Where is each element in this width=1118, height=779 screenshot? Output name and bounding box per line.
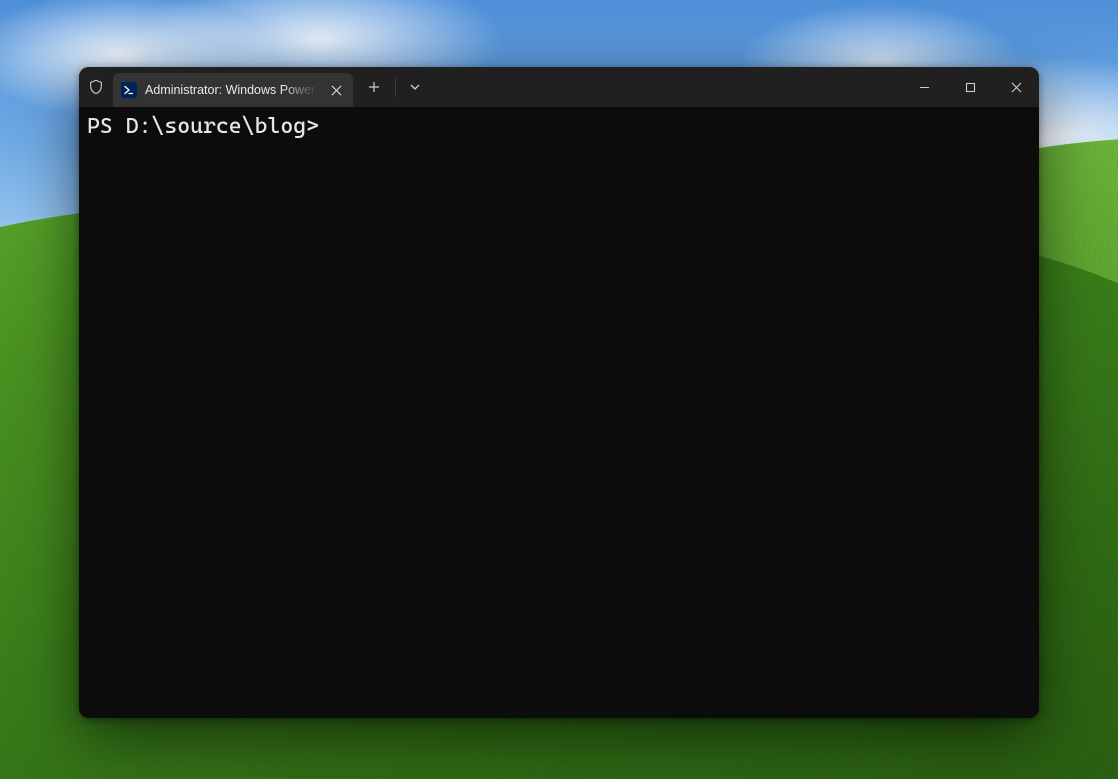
maximize-icon bbox=[965, 82, 976, 93]
maximize-button[interactable] bbox=[947, 67, 993, 107]
window-titlebar[interactable]: Administrator: Windows PowerShell bbox=[79, 67, 1039, 107]
window-controls bbox=[901, 67, 1039, 107]
close-icon bbox=[1011, 82, 1022, 93]
text-cursor bbox=[332, 114, 344, 139]
chevron-down-icon bbox=[409, 81, 421, 93]
minimize-icon bbox=[919, 82, 930, 93]
new-tab-dropdown-button[interactable] bbox=[400, 72, 430, 102]
tab-actions bbox=[359, 67, 430, 107]
tab-title: Administrator: Windows PowerShell bbox=[145, 83, 317, 97]
terminal-viewport[interactable]: PS D:\source\blog> bbox=[79, 107, 1039, 718]
titlebar-drag-region[interactable] bbox=[430, 67, 901, 107]
close-tab-button[interactable] bbox=[325, 79, 347, 101]
plus-icon bbox=[368, 81, 380, 93]
admin-shield-slot bbox=[79, 67, 113, 107]
new-tab-button[interactable] bbox=[359, 72, 389, 102]
minimize-button[interactable] bbox=[901, 67, 947, 107]
close-icon bbox=[331, 85, 342, 96]
terminal-window: Administrator: Windows PowerShell bbox=[79, 67, 1039, 718]
tab-divider bbox=[395, 77, 396, 97]
powershell-icon bbox=[121, 82, 137, 98]
shield-icon bbox=[88, 79, 104, 95]
desktop-wallpaper: Administrator: Windows PowerShell bbox=[0, 0, 1118, 779]
prompt-text: PS D:\source\blog> bbox=[87, 114, 319, 139]
tab-active[interactable]: Administrator: Windows PowerShell bbox=[113, 73, 353, 107]
close-window-button[interactable] bbox=[993, 67, 1039, 107]
